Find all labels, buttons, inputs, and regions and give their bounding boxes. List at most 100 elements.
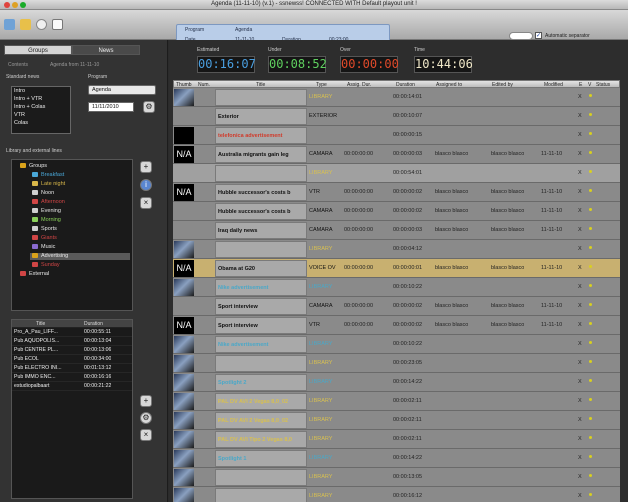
program-select[interactable]: Agenda xyxy=(88,85,156,95)
tree-node[interactable]: Giants xyxy=(32,235,57,242)
tab-news[interactable]: News xyxy=(72,45,140,55)
title-cell[interactable]: Iraq daily news xyxy=(215,222,307,239)
status-dot-icon xyxy=(589,113,592,116)
tab-groups[interactable]: Groups xyxy=(4,45,72,55)
title-cell[interactable] xyxy=(215,89,307,106)
table-row[interactable]: Pro_A_Pau_LIFF... 00:00:55:11 xyxy=(12,328,132,337)
title-cell[interactable]: Sport interview xyxy=(215,317,307,334)
title-cell[interactable]: Sport interview xyxy=(215,298,307,315)
list-item[interactable]: VTR xyxy=(12,111,70,119)
title-cell[interactable]: Spotlight 2 xyxy=(215,374,307,391)
list-item[interactable]: Intro + VTR xyxy=(12,95,70,103)
rundown-row[interactable]: LIBRARY 00:00:14:01 X xyxy=(173,88,620,107)
table-row[interactable]: Pub AQUOPOLIS... 00:00:13:04 xyxy=(12,337,132,346)
row-assigned-to: blasco blasco xyxy=(435,303,469,309)
title-cell[interactable] xyxy=(215,469,307,486)
rundown-row[interactable]: N/A Obama at G20 VOICE OV 00:00:00:00 00:00:… xyxy=(173,259,620,278)
tree-node-external[interactable]: External xyxy=(20,271,49,278)
tree-node[interactable]: Evening xyxy=(32,208,61,215)
info-button[interactable]: i xyxy=(140,179,152,191)
rundown-row[interactable]: Exterior EXTERIOR 00:00:10:07 X xyxy=(173,107,620,126)
title-cell[interactable]: Spotlight 1 xyxy=(215,450,307,467)
library-tree[interactable]: Groups Breakfast Late night Noon Afterno… xyxy=(11,159,133,311)
tree-node[interactable]: Sports xyxy=(32,226,57,233)
title-cell[interactable] xyxy=(215,355,307,372)
rundown-row[interactable]: Hubble successor's costs b CAMARA 00:00:00… xyxy=(173,202,620,221)
tree-node[interactable]: Breakfast xyxy=(32,172,64,179)
remove-group-button[interactable]: × xyxy=(140,197,152,209)
tree-node-groups[interactable]: Groups xyxy=(20,163,47,170)
item-settings-button[interactable]: ⚙ xyxy=(140,412,152,424)
table-row[interactable]: Pub IMMO ENC... 00:00:16:16 xyxy=(12,373,132,382)
program-date-field[interactable]: 11/11/2010 xyxy=(88,102,134,112)
row-edited-by: blasco blasco xyxy=(491,189,525,195)
duration-column-header[interactable]: Duration xyxy=(84,321,103,327)
remove-item-button[interactable]: × xyxy=(140,429,152,441)
rundown-row[interactable]: LIBRARY 00:00:04:12 X xyxy=(173,240,620,259)
rundown-row[interactable]: N/A Hubble successor's costs b VTR 00:00:00… xyxy=(173,183,620,202)
row-e: X xyxy=(578,265,582,271)
library-table[interactable]: Title Duration Pro_A_Pau_LIFF... 00:00:55… xyxy=(11,319,133,499)
rundown-row[interactable]: Spotlight 2 LIBRARY 00:00:14:22 X xyxy=(173,373,620,392)
rundown-row[interactable]: Spotlight 1 LIBRARY 00:00:14:22 X xyxy=(173,449,620,468)
title-column-header[interactable]: Title xyxy=(36,321,45,327)
title-cell[interactable] xyxy=(215,488,307,502)
automatic-separator-checkbox[interactable]: ✓ xyxy=(535,32,542,39)
thumbnail xyxy=(174,279,194,296)
rundown-row[interactable]: telefonica advertisement 00:00:00:15 X xyxy=(173,126,620,145)
title-cell[interactable] xyxy=(215,165,307,182)
rundown-row[interactable]: N/A Australia migrants gain leg CAMARA 00:0… xyxy=(173,145,620,164)
open-folder-icon[interactable] xyxy=(4,19,15,30)
title-cell[interactable]: PAL DV AVI 2 Vegas 8,0_02 xyxy=(215,412,307,429)
list-item[interactable]: Intro + Colas xyxy=(12,103,70,111)
settings-button[interactable]: ⚙ xyxy=(143,101,155,113)
title-cell[interactable]: Australia migrants gain leg xyxy=(215,146,307,163)
title-cell[interactable]: PAL DV AVI 2 Vegas 8,0_02 xyxy=(215,393,307,410)
rundown-row[interactable]: LIBRARY 00:00:54:01 X xyxy=(173,164,620,183)
rundown-row[interactable]: Sport interview CAMARA 00:00:00:00 00:00:00… xyxy=(173,297,620,316)
rundown-row[interactable]: LIBRARY 00:00:23:05 X xyxy=(173,354,620,373)
thumbnail-na: N/A xyxy=(174,260,194,277)
new-folder-icon[interactable] xyxy=(20,19,31,30)
add-item-button[interactable]: + xyxy=(140,395,152,407)
tree-node[interactable]: Afternoon xyxy=(32,199,65,206)
table-row[interactable]: Pub ECOL 00:00:34:00 xyxy=(12,355,132,364)
rundown-row[interactable]: Nike advertisement LIBRARY 00:00:10:22 X xyxy=(173,335,620,354)
title-cell[interactable]: Hubble successor's costs b xyxy=(215,203,307,220)
rundown-grid[interactable]: LIBRARY 00:00:14:01 X Exterior EXTERIOR 00:00… xyxy=(173,88,620,502)
title-cell[interactable]: Nike advertisement xyxy=(215,279,307,296)
title-cell[interactable]: telefonica advertisement xyxy=(215,127,307,144)
add-group-button[interactable]: + xyxy=(140,161,152,173)
title-cell[interactable]: Obama at G20 xyxy=(215,260,307,277)
rundown-row[interactable]: N/A Sport interview VTR 00:00:00:00 00:00:00… xyxy=(173,316,620,335)
rundown-row[interactable]: PAL DV AVI 2 Vegas 8,0_02 LIBRARY 00:00:02… xyxy=(173,411,620,430)
rundown-row[interactable]: Iraq daily news CAMARA 00:00:00:00 00:00:00… xyxy=(173,221,620,240)
list-item[interactable]: Intro xyxy=(12,87,70,95)
rundown-row[interactable]: LIBRARY 00:00:13:05 X xyxy=(173,468,620,487)
rundown-row[interactable]: Nike advertisement LIBRARY 00:00:10:22 X xyxy=(173,278,620,297)
tree-node-selected[interactable]: Advertising xyxy=(30,253,130,260)
refresh-icon[interactable] xyxy=(36,19,47,30)
tree-node[interactable]: Sunday xyxy=(32,262,60,269)
document-icon[interactable] xyxy=(52,19,63,30)
table-row[interactable]: Pub CENTRE PL... 00:00:13:06 xyxy=(12,346,132,355)
row-edited-by: blasco blasco xyxy=(491,265,525,271)
rundown-row[interactable]: PAL DV AVI 2 Vegas 8,0_02 LIBRARY 00:00:02… xyxy=(173,392,620,411)
title-cell[interactable]: Nike advertisement xyxy=(215,336,307,353)
list-item[interactable]: Colas xyxy=(12,119,70,127)
title-cell[interactable]: Exterior xyxy=(215,108,307,125)
status-dot-icon xyxy=(589,208,592,211)
title-cell[interactable]: Hubble successor's costs b xyxy=(215,184,307,201)
rundown-row[interactable]: PAL DV AVI Tipo 2 Vegas 8,0 LIBRARY 00:00:… xyxy=(173,430,620,449)
title-cell[interactable]: PAL DV AVI Tipo 2 Vegas 8,0 xyxy=(215,431,307,448)
table-row[interactable]: Pub ELECTRO INI... 00:01:13:12 xyxy=(12,364,132,373)
tree-node[interactable]: Late night xyxy=(32,181,65,188)
search-field[interactable] xyxy=(509,32,533,40)
tree-node[interactable]: Noon xyxy=(32,190,54,197)
title-cell[interactable] xyxy=(215,241,307,258)
tree-node[interactable]: Music xyxy=(32,244,55,251)
rundown-row[interactable]: LIBRARY 00:00:16:12 X xyxy=(173,487,620,502)
table-row[interactable]: estudiopalbaart 00:00:21:22 xyxy=(12,382,132,391)
standard-news-list[interactable]: Intro Intro + VTR Intro + Colas VTR Cola… xyxy=(11,86,71,134)
tree-node[interactable]: Morning xyxy=(32,217,61,224)
